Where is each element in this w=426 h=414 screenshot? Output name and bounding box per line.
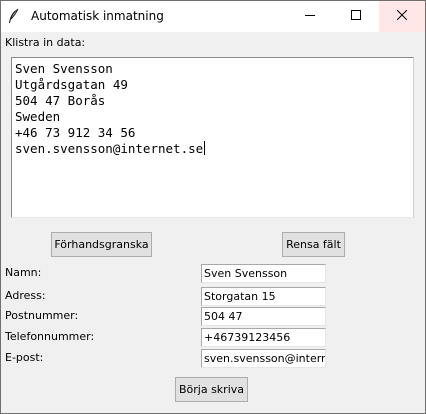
paste-line: 504 47 Borås	[15, 93, 106, 108]
paste-line-last: sven.svensson@internet.se	[15, 141, 206, 157]
email-label: E-post:	[5, 351, 44, 364]
name-field[interactable]: Sven Svensson	[201, 264, 326, 283]
postal-code-field[interactable]: 504 47	[201, 307, 326, 326]
maximize-button[interactable]	[333, 1, 379, 32]
address-field[interactable]: Storgatan 15	[201, 287, 326, 306]
paste-label: Klistra in data:	[5, 36, 86, 49]
window-title: Automatisk inmatning	[31, 9, 164, 23]
name-label: Namn:	[5, 266, 42, 279]
postal-code-label: Postnummer:	[5, 309, 79, 322]
start-typing-button[interactable]: Börja skriva	[175, 377, 248, 402]
clear-button[interactable]: Rensa fält	[282, 232, 345, 257]
minimize-button[interactable]	[287, 1, 333, 32]
phone-field[interactable]: +46739123456	[201, 328, 326, 347]
close-icon	[396, 9, 408, 23]
paste-line: +46 73 912 34 56	[15, 125, 136, 140]
title-bar[interactable]: Automatisk inmatning	[1, 1, 425, 32]
close-button[interactable]	[379, 1, 425, 32]
paste-textarea[interactable]: Sven Svensson Utgårdsgatan 49 504 47 Bor…	[11, 57, 414, 218]
email-field[interactable]: sven.svensson@internet.se	[201, 349, 326, 368]
preview-button[interactable]: Förhandsgranska	[51, 232, 152, 257]
feather-icon	[7, 8, 21, 24]
paste-line: Sweden	[15, 109, 61, 124]
phone-label: Telefonnummer:	[5, 330, 95, 343]
text-caret	[204, 141, 206, 155]
paste-line: sven.svensson@internet.se	[15, 141, 204, 156]
address-label: Adress:	[5, 289, 46, 302]
paste-line: Utgårdsgatan 49	[15, 77, 128, 92]
maximize-icon	[351, 10, 361, 23]
paste-line: Sven Svensson	[15, 61, 113, 76]
app-window: Automatisk inmatning Klistra in data: Sv…	[0, 0, 426, 414]
minimize-icon	[305, 10, 315, 23]
